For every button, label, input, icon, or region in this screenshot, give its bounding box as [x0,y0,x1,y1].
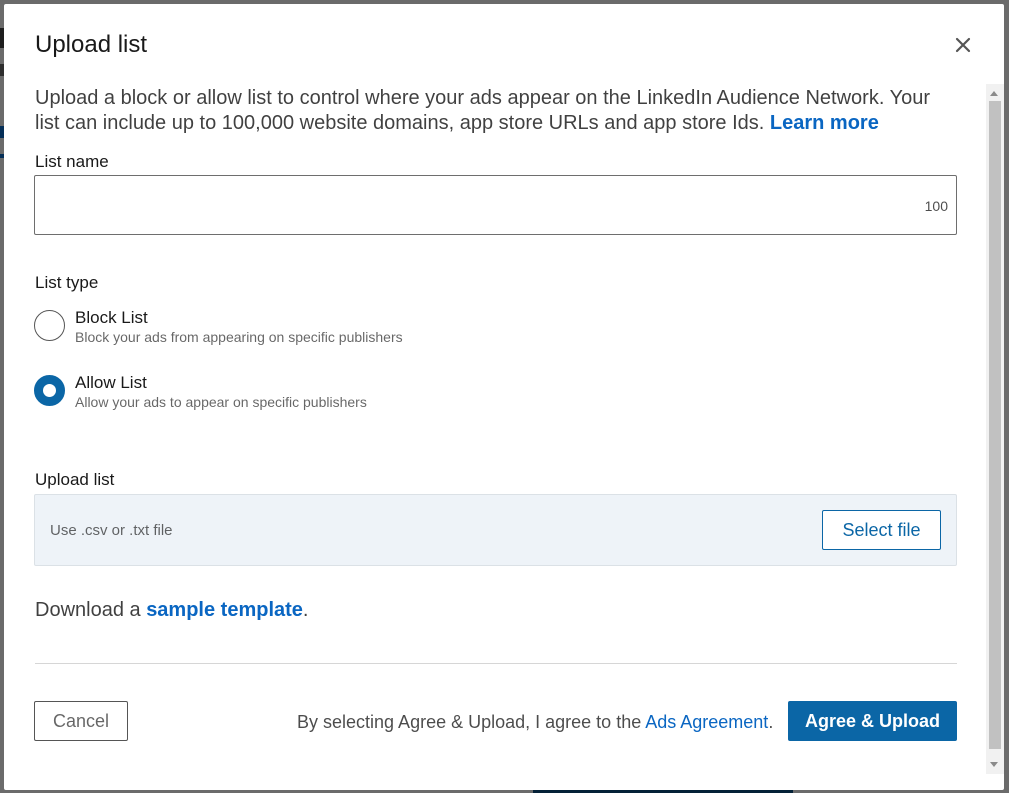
agreement-text: By selecting Agree & Upload, I agree to … [297,712,773,733]
intro-text: Upload a block or allow list to control … [35,86,955,136]
sample-template-link[interactable]: sample template [146,599,303,621]
upload-hint: Use .csv or .txt file [50,522,173,539]
download-template-text: Download a sample template. [35,599,308,622]
scroll-thumb[interactable] [989,101,1001,749]
scroll-up-arrow-icon[interactable] [990,91,998,96]
agreement-prefix: By selecting Agree & Upload, I agree to … [297,712,642,732]
ads-agreement-link[interactable]: Ads Agreement [645,712,768,732]
cancel-button[interactable]: Cancel [34,701,128,741]
radio-allow-list[interactable]: Allow List Allow your ads to appear on s… [34,373,367,411]
select-file-button[interactable]: Select file [822,510,941,550]
scroll-down-arrow-icon[interactable] [990,762,998,767]
dialog-title: Upload list [35,31,148,58]
learn-more-link[interactable]: Learn more [770,112,879,134]
list-name-field-wrapper: 100 [34,175,957,235]
agreement-suffix: . [768,712,774,732]
list-type-label: List type [35,273,99,292]
radio-text: Allow List Allow your ads to appear on s… [75,373,367,411]
dialog-body: Upload a block or allow list to control … [4,84,1004,774]
download-suffix: . [302,599,309,621]
radio-button-unchecked[interactable] [34,310,65,341]
close-icon [955,37,971,53]
footer-divider [35,663,957,664]
close-button[interactable] [950,32,976,58]
radio-title: Block List [75,308,148,327]
radio-text: Block List Block your ads from appearing… [75,308,403,346]
radio-subtitle: Allow your ads to appear on specific pub… [75,394,367,410]
upload-list-label: Upload list [35,470,115,489]
file-drop-zone[interactable]: Use .csv or .txt file Select file [34,494,957,566]
character-limit: 100 [924,198,948,214]
vertical-scrollbar[interactable] [986,84,1004,774]
list-name-input[interactable] [35,176,956,234]
upload-list-dialog: Upload list Upload a block or allow list… [4,4,1004,790]
radio-subtitle: Block your ads from appearing on specifi… [75,329,403,345]
radio-button-checked[interactable] [34,375,65,406]
agree-upload-button[interactable]: Agree & Upload [788,701,957,741]
list-name-label: List name [35,152,109,171]
radio-title: Allow List [75,373,147,392]
radio-block-list[interactable]: Block List Block your ads from appearing… [34,308,403,346]
download-prefix: Download a [35,599,141,621]
